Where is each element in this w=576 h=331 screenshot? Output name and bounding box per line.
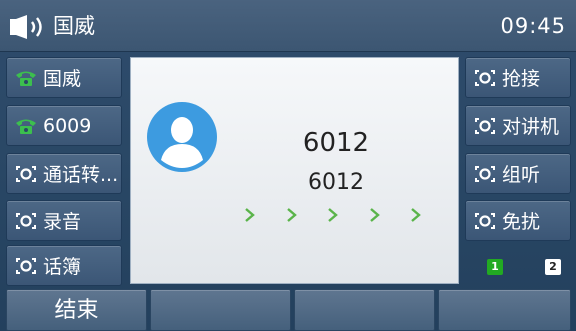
softkey-bar: 结束 xyxy=(0,289,576,331)
function-key-icon xyxy=(475,212,495,229)
function-key-icon xyxy=(475,165,495,182)
line-key-group-listen[interactable]: 组听 xyxy=(465,153,571,194)
function-key-icon xyxy=(475,117,495,134)
line-key-label: 对讲机 xyxy=(502,116,560,138)
function-key-icon xyxy=(16,212,36,229)
line-key-label: 免扰 xyxy=(502,211,541,233)
line-key-pickup[interactable]: 抢接 xyxy=(465,57,571,98)
line-key-label: 6009 xyxy=(43,114,92,137)
line-key-label: 组听 xyxy=(502,164,541,186)
softkey-2[interactable] xyxy=(150,289,291,331)
line-key-intercom[interactable]: 对讲机 xyxy=(465,105,571,146)
chevron-right-icon xyxy=(411,208,421,222)
function-key-icon xyxy=(16,165,36,182)
account-badge: 2 xyxy=(545,259,561,275)
softkey-4[interactable] xyxy=(438,289,571,331)
line-key-label: 抢接 xyxy=(502,68,541,90)
remote-number: 6012 xyxy=(308,170,364,195)
softkey-end-call[interactable]: 结束 xyxy=(6,289,147,331)
user-avatar-icon xyxy=(147,102,217,172)
line-key-transfer[interactable]: 通话转... xyxy=(6,153,122,194)
status-bar: 国威 09:45 xyxy=(0,0,576,52)
line-key-label: 通话转... xyxy=(43,164,119,186)
remote-name: 6012 xyxy=(302,128,370,158)
speaker-icon xyxy=(10,15,42,39)
chevron-right-icon xyxy=(369,208,380,222)
line-name: 国威 xyxy=(53,14,95,38)
softkey-3[interactable] xyxy=(294,289,435,331)
chevron-right-icon xyxy=(245,208,255,222)
function-key-icon xyxy=(16,257,36,274)
call-progress-indicator xyxy=(243,202,423,228)
line-key-directory[interactable]: 话簿 xyxy=(6,245,122,286)
line-key-6009[interactable]: 6009 xyxy=(6,105,122,146)
line-key-label: 国威 xyxy=(43,68,82,90)
line-key-label: 话簿 xyxy=(43,256,82,278)
chevron-right-icon xyxy=(286,208,297,222)
clock: 09:45 xyxy=(500,14,566,38)
line-key-label: 录音 xyxy=(43,211,82,233)
chevron-right-icon xyxy=(328,208,338,222)
phone-icon xyxy=(16,119,36,134)
line-key-record[interactable]: 录音 xyxy=(6,200,122,241)
call-info-panel: 6012 6012 xyxy=(130,57,459,284)
phone-icon xyxy=(16,71,36,86)
account-badge-active: 1 xyxy=(487,259,503,275)
line-key-guowei[interactable]: 国威 xyxy=(6,57,122,98)
account-indicator: 1 2 xyxy=(487,259,565,277)
line-key-dnd[interactable]: 免扰 xyxy=(465,200,571,241)
function-key-icon xyxy=(475,69,495,86)
